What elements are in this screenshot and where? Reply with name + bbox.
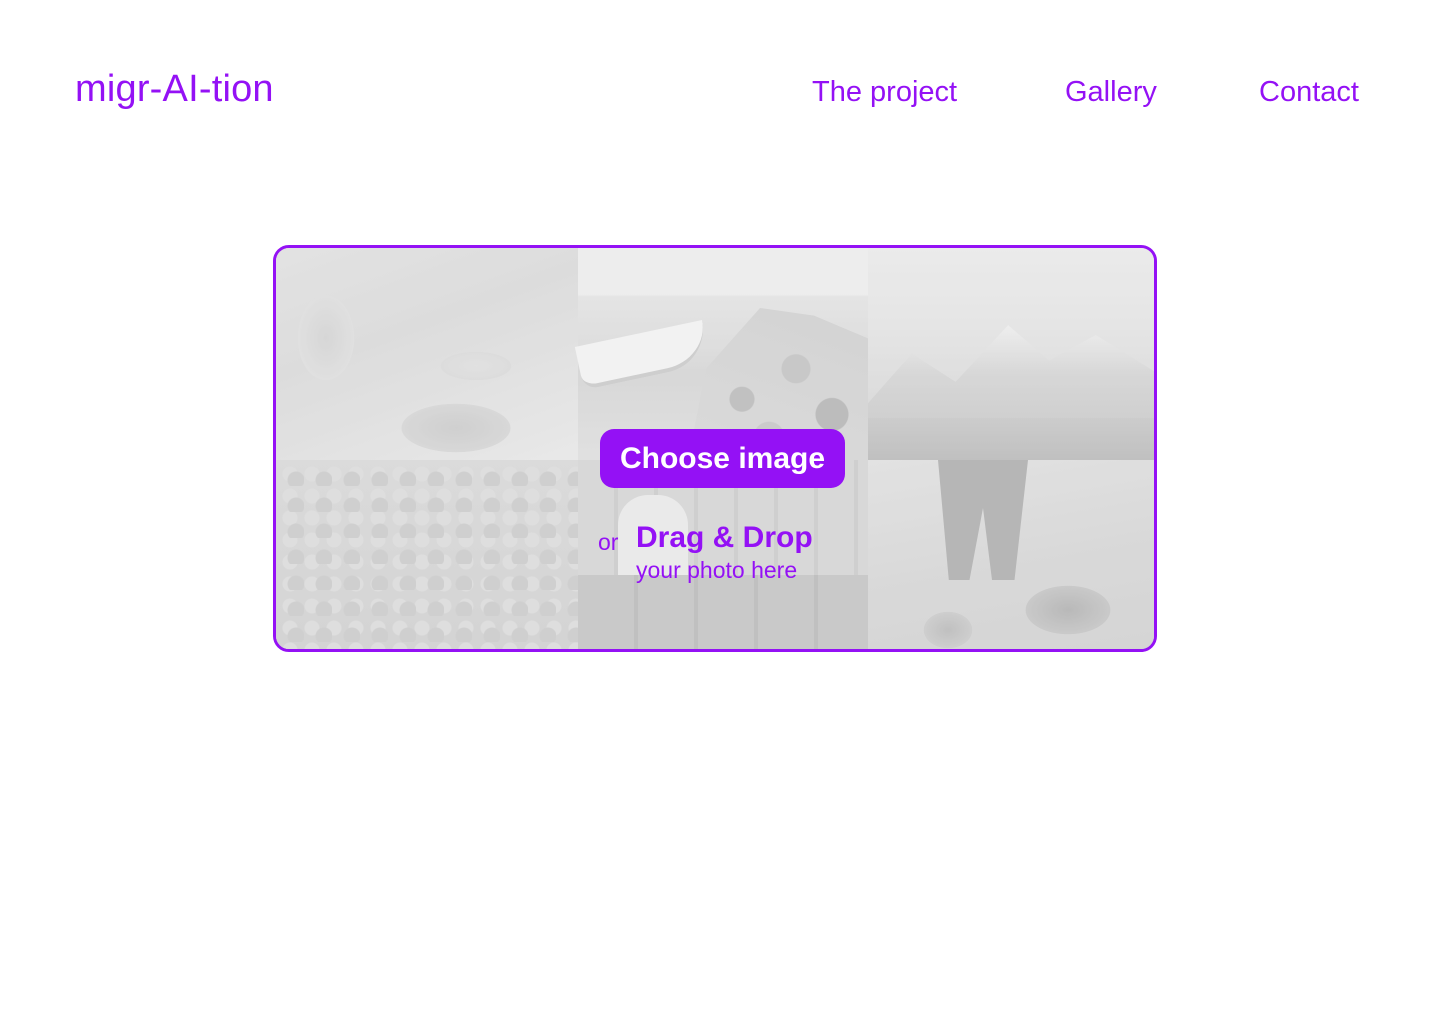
site-logo[interactable]: migr-AI-tion [75,68,274,111]
site-header: migr-AI-tion The project Gallery Contact [0,0,1440,180]
or-label: or [598,529,619,555]
drag-drop-subtitle: your photo here [636,557,798,583]
drag-drop-title: Drag & Drop [636,521,813,554]
nav-link-gallery[interactable]: Gallery [1065,76,1157,109]
nav-link-contact[interactable]: Contact [1259,76,1359,109]
choose-image-button[interactable]: Choose image [600,429,845,488]
nav-link-the-project[interactable]: The project [812,76,957,109]
